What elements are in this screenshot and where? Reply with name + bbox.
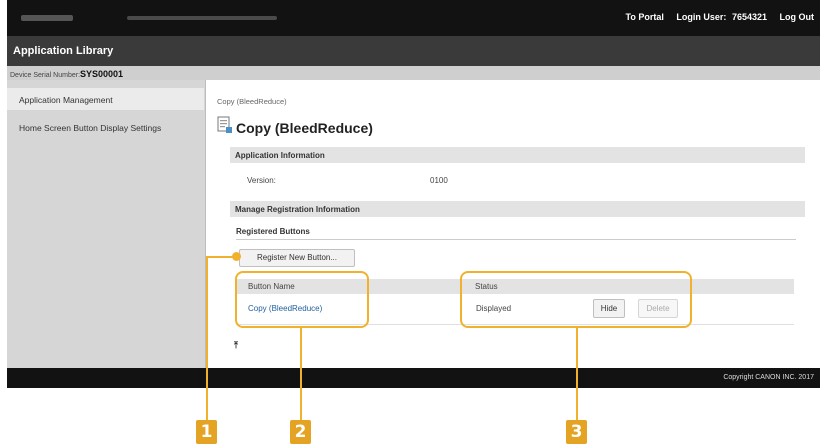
to-portal-link[interactable]: To Portal (626, 12, 664, 22)
breadcrumb: Copy (BleedReduce) (217, 97, 287, 106)
application-information-header: Application Information (230, 147, 805, 163)
sidebar: Application Management Home Screen Butto… (7, 80, 206, 368)
callout-1-leader-horizontal (207, 256, 236, 258)
serial-label: Device Serial Number:SYS00001 (10, 69, 124, 79)
callout-badge-2: 2 (290, 420, 311, 444)
callout-3-leader (576, 328, 578, 421)
sidebar-item-home-screen-button-display-settings[interactable]: Home Screen Button Display Settings (7, 122, 204, 135)
app-title: Application Library (13, 45, 114, 57)
version-value: 0100 (430, 176, 448, 185)
brand-logo (21, 15, 73, 21)
login-user-label: Login User: 7654321 (676, 12, 767, 22)
manage-registration-header: Manage Registration Information (230, 201, 805, 217)
log-out-link[interactable]: Log Out (780, 12, 815, 22)
browser-screenshot: To Portal Login User: 7654321 Log Out Ap… (7, 0, 820, 388)
top-links: To Portal Login User: 7654321 Log Out (616, 12, 814, 22)
sidebar-item-label: Application Management (19, 95, 113, 105)
login-user-value: 7654321 (731, 12, 767, 22)
callout-badge-1: 1 (196, 420, 217, 444)
highlight-button-name (235, 271, 369, 328)
page-title: Copy (BleedReduce) (236, 120, 373, 136)
divider (236, 239, 796, 240)
copyright: Copyright CANON INC. 2017 (723, 374, 814, 381)
serial-number-bar: Device Serial Number:SYS00001 (7, 66, 820, 80)
sidebar-item-application-management[interactable]: Application Management (7, 88, 204, 110)
highlight-status (460, 271, 692, 328)
callout-2-leader (300, 328, 302, 421)
register-new-button[interactable]: Register New Button... (239, 249, 355, 267)
top-navigation-bar: To Portal Login User: 7654321 Log Out (7, 0, 820, 36)
version-label: Version: (247, 176, 276, 185)
device-address (127, 16, 277, 20)
footer: Copyright CANON INC. 2017 (7, 368, 820, 388)
sidebar-item-label: Home Screen Button Display Settings (19, 123, 162, 133)
registered-buttons-heading: Registered Buttons (236, 227, 310, 236)
callout-1-leader-vertical (206, 256, 208, 421)
app-title-bar: Application Library (7, 36, 820, 66)
application-icon (217, 116, 232, 133)
serial-value: SYS00001 (80, 69, 124, 79)
back-to-top-icon[interactable]: ⤒ (234, 340, 238, 351)
callout-badge-3: 3 (566, 420, 587, 444)
